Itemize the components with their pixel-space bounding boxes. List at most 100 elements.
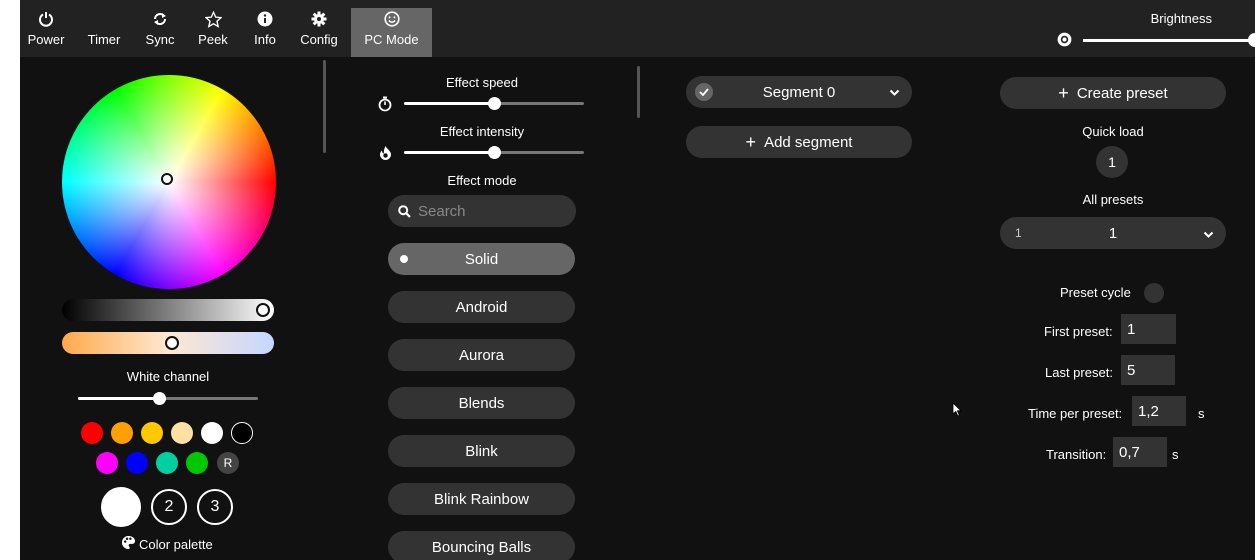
color-swatch[interactable] (81, 422, 103, 444)
color-slot-2[interactable]: 2 (151, 489, 187, 525)
brightness-slider-thumb[interactable] (1248, 33, 1255, 47)
effect-mode-label: Effect mode (447, 173, 517, 188)
power-icon (38, 8, 54, 30)
color-swatch[interactable] (111, 422, 133, 444)
star-icon (204, 8, 222, 30)
plus-icon: + (1058, 83, 1069, 103)
effect-item[interactable]: Blink (388, 435, 575, 467)
all-presets-value: 1 (1108, 224, 1118, 242)
effect-speed-thumb[interactable] (488, 97, 501, 110)
nav-config-label: Config (300, 32, 338, 47)
effect-item[interactable]: Aurora (388, 339, 575, 371)
first-preset-field[interactable]: 1 (1121, 314, 1176, 344)
effect-search-input[interactable]: Search (388, 195, 576, 227)
color-palette-label: Color palette (139, 536, 213, 552)
quick-load-preset-1[interactable]: 1 (1096, 146, 1128, 178)
selected-dot-icon (400, 255, 408, 263)
app-window: Power Timer Sync Peek Info Config PC Mod… (20, 0, 1255, 560)
transition-field[interactable]: 0,7 (1113, 437, 1167, 467)
effect-item[interactable]: Solid (388, 243, 575, 275)
last-preset-field[interactable]: 5 (1121, 355, 1175, 385)
effect-speed-fill (404, 102, 494, 105)
color-swatch[interactable] (126, 452, 148, 474)
last-preset-value: 5 (1127, 361, 1136, 379)
plus-icon: + (745, 132, 757, 152)
all-presets-label: All presets (1082, 192, 1144, 207)
color-swatch[interactable] (231, 422, 253, 444)
nav-pc-mode-button[interactable]: PC Mode (351, 8, 432, 57)
color-swatch[interactable] (141, 422, 163, 444)
color-slot-1[interactable] (101, 487, 141, 527)
smiley-icon (383, 8, 400, 30)
color-swatch[interactable] (171, 422, 193, 444)
color-panel-scrollbar[interactable] (323, 60, 326, 153)
preset-cycle-label: Preset cycle (1060, 285, 1131, 300)
color-slot-3[interactable]: 3 (197, 489, 233, 525)
palette-icon (121, 535, 136, 553)
chevron-down-icon[interactable] (1203, 227, 1214, 244)
effect-item[interactable]: Blink Rainbow (388, 483, 575, 515)
color-swatch[interactable] (201, 422, 223, 444)
effect-intensity-fill (404, 151, 494, 154)
segment-0-row[interactable]: Segment 0 (686, 76, 912, 108)
brightness-slider-track[interactable] (1083, 39, 1255, 42)
time-per-preset-field[interactable]: 1,2 (1132, 396, 1186, 426)
nav-peek-button[interactable]: Peek (192, 8, 234, 57)
add-segment-button[interactable]: + Add segment (686, 126, 912, 158)
nav-peek-label: Peek (198, 32, 228, 47)
all-presets-select[interactable]: 1 1 (1000, 217, 1226, 249)
white-channel-thumb[interactable] (153, 392, 166, 405)
effect-item-label: Bouncing Balls (431, 538, 532, 556)
color-swatch[interactable] (186, 452, 208, 474)
all-presets-id: 1 (1015, 226, 1022, 240)
nav-config-button[interactable]: Config (294, 8, 344, 57)
first-preset-label: First preset: (1044, 324, 1113, 339)
nav-timer-label: Timer (87, 32, 121, 47)
nav-info-button[interactable]: Info (246, 8, 284, 57)
color-swatch[interactable] (156, 452, 178, 474)
color-palette-heading: Color palette (121, 535, 213, 553)
white-channel-fill (78, 397, 159, 400)
quick-load-preset-label: 1 (1108, 154, 1116, 170)
effect-speed-label: Effect speed (445, 75, 519, 90)
effect-item-label: Blends (458, 394, 505, 412)
create-preset-label: Create preset (1076, 84, 1168, 102)
effect-item[interactable]: Bouncing Balls (388, 531, 575, 560)
color-swatch[interactable] (96, 452, 118, 474)
add-segment-label: Add segment (764, 133, 853, 151)
nav-sync-label: Sync (145, 32, 175, 47)
effect-intensity-label: Effect intensity (439, 124, 525, 139)
brightness-color-bar[interactable] (62, 299, 274, 321)
brightness-label: Brightness (1150, 11, 1212, 26)
moon-icon (97, 8, 111, 30)
search-icon (398, 204, 411, 218)
segment-0-label: Segment 0 (762, 83, 836, 101)
effect-item[interactable]: Blends (388, 387, 575, 419)
time-per-preset-unit: s (1198, 406, 1205, 421)
brightness-color-bar-thumb[interactable] (256, 303, 270, 317)
color-temperature-bar-thumb[interactable] (165, 336, 179, 350)
chevron-down-icon[interactable] (889, 85, 900, 102)
color-wheel-picker[interactable] (161, 173, 173, 185)
mouse-cursor-icon (952, 402, 962, 422)
nav-power-button[interactable]: Power (25, 8, 67, 57)
nav-sync-button[interactable]: Sync (138, 8, 182, 57)
last-preset-label: Last preset: (1045, 365, 1113, 380)
effect-item[interactable]: Android (388, 291, 575, 323)
quick-load-label: Quick load (1082, 124, 1144, 139)
effect-search-placeholder: Search (418, 202, 466, 220)
nav-timer-button[interactable]: Timer (81, 8, 127, 57)
effect-intensity-thumb[interactable] (488, 146, 501, 159)
flame-icon (379, 145, 392, 165)
transition-value: 0,7 (1119, 443, 1140, 461)
effect-item-label: Android (455, 298, 508, 316)
effect-item-label: Aurora (458, 346, 505, 364)
random-color-label: R (223, 456, 233, 470)
create-preset-button[interactable]: + Create preset (1000, 77, 1226, 109)
transition-label: Transition: (1046, 447, 1107, 462)
preset-cycle-toggle[interactable] (1144, 283, 1164, 303)
color-slot-2-label: 2 (164, 498, 174, 515)
random-color-button[interactable]: R (217, 452, 239, 474)
effects-scrollbar[interactable] (637, 66, 640, 118)
time-per-preset-label: Time per preset: (1028, 406, 1123, 421)
